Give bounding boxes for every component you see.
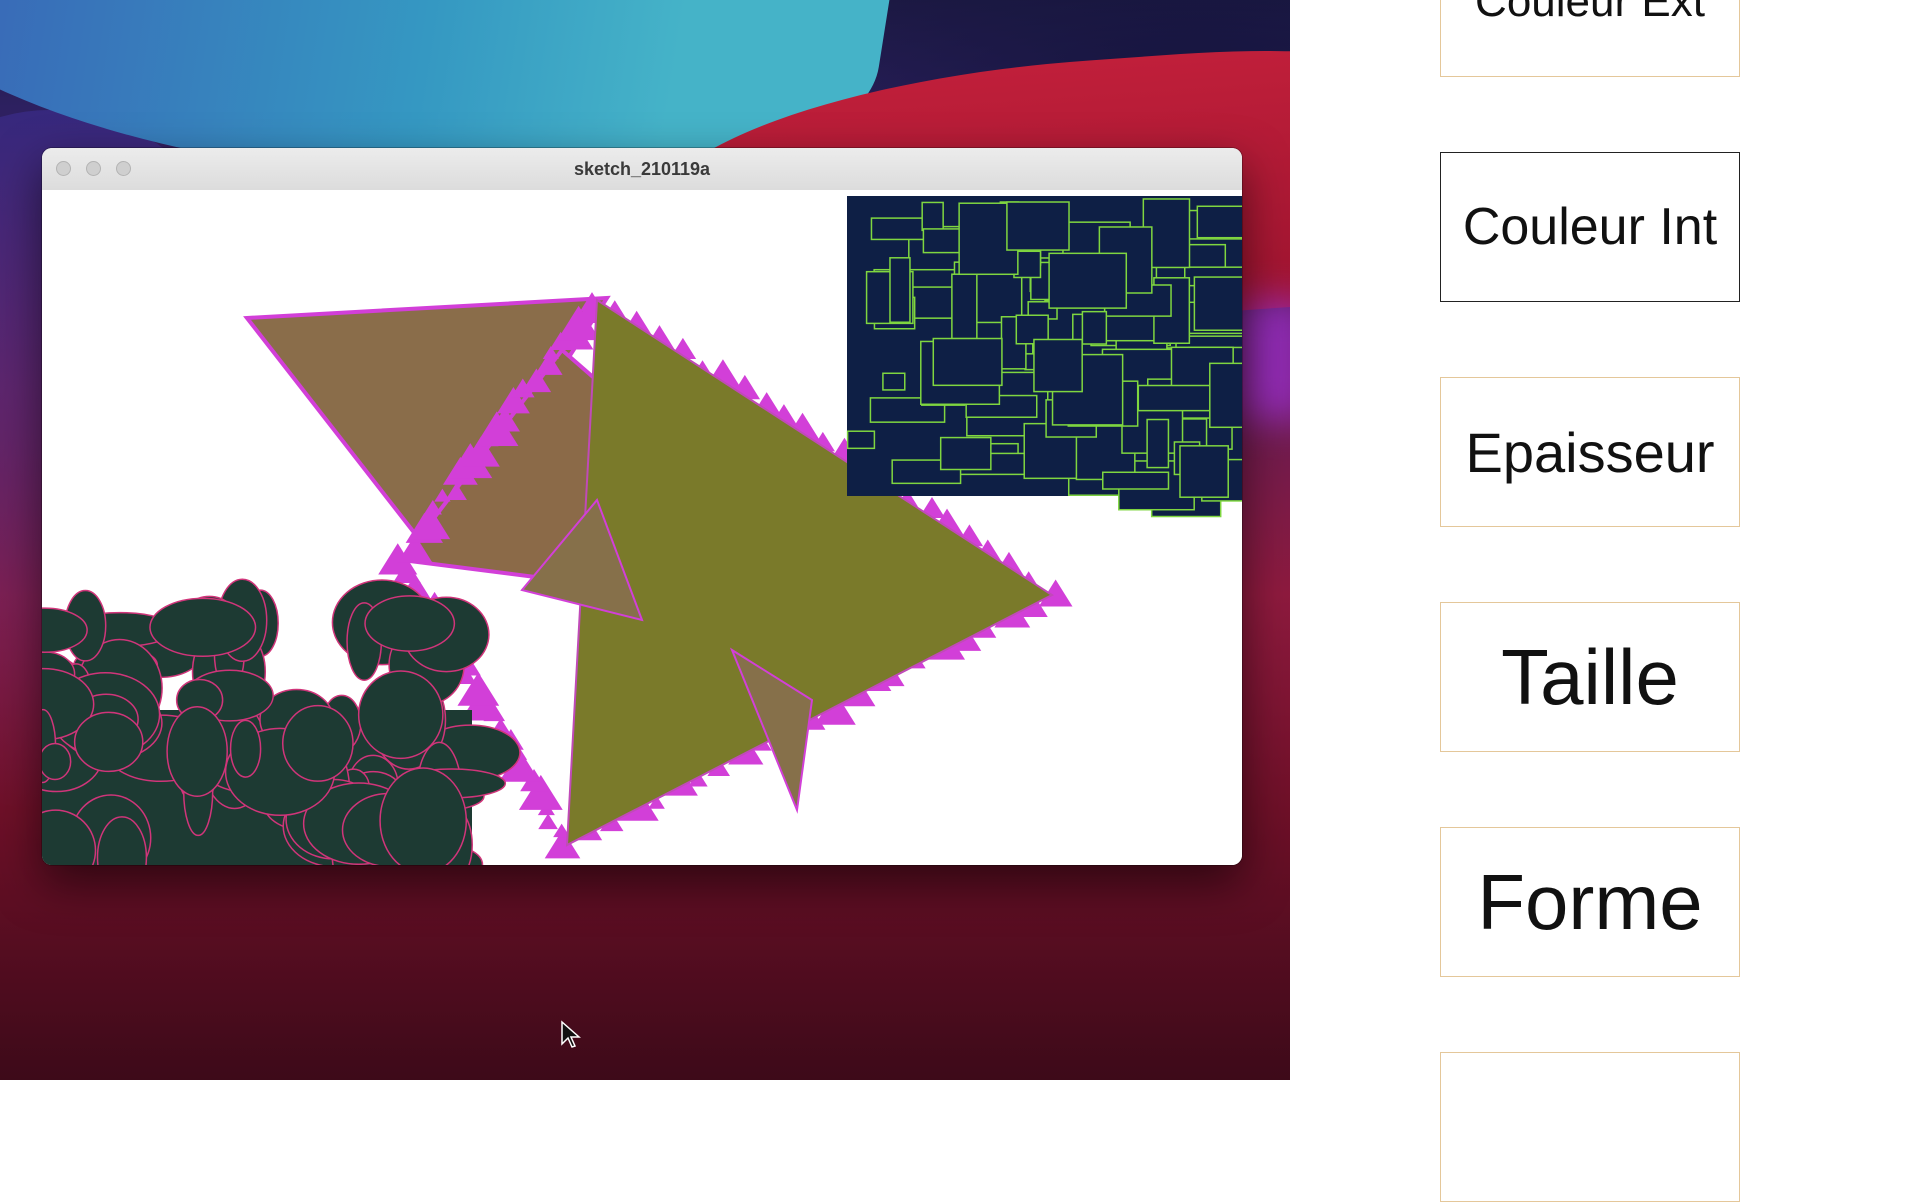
wallpaper-glow: [1240, 300, 1290, 420]
shape-rectangle: [1146, 418, 1170, 469]
shape-rectangle: [1006, 201, 1070, 251]
shape-ellipse: [166, 706, 228, 798]
window-title: sketch_210119a: [573, 159, 711, 179]
shape-ellipse: [379, 767, 468, 865]
taille-button[interactable]: Taille: [1440, 602, 1740, 752]
rectangles-cluster: [846, 196, 1242, 518]
shape-ellipse: [149, 597, 257, 658]
shape-rectangle: [951, 273, 978, 340]
shape-ellipse: [73, 711, 144, 773]
shape-ellipse: [357, 670, 444, 760]
next-option-button[interactable]: [1440, 1052, 1740, 1202]
shape-rectangle: [1048, 252, 1128, 309]
shape-rectangle: [1081, 310, 1108, 345]
shape-rectangle: [932, 337, 1003, 387]
shape-rectangle: [870, 217, 925, 241]
shape-rectangle: [1102, 471, 1170, 490]
shape-rectangle: [882, 372, 906, 391]
couleur-int-button[interactable]: Couleur Int: [1440, 152, 1740, 302]
shape-ellipse: [281, 704, 354, 782]
shape-rectangle: [1209, 362, 1242, 429]
shape-rectangle: [1196, 205, 1242, 239]
mouse-cursor-icon: [561, 1020, 581, 1048]
sketch-drawing: [42, 190, 1242, 865]
desktop-background: sketch_210119a: [0, 0, 1290, 1080]
shape-rectangle: [1033, 338, 1083, 393]
shape-rectangle: [921, 201, 944, 232]
shape-ellipse: [364, 595, 456, 652]
epaisseur-button[interactable]: Epaisseur: [1440, 377, 1740, 527]
shape-rectangle: [889, 257, 911, 323]
window-titlebar[interactable]: sketch_210119a: [42, 148, 1242, 191]
sketch-window[interactable]: sketch_210119a: [42, 148, 1242, 865]
shape-ellipse: [229, 719, 262, 778]
shape-ellipse: [42, 742, 72, 781]
couleur-ext-button[interactable]: Couleur Ext: [1440, 0, 1740, 77]
shape-rectangle: [939, 436, 992, 471]
shape-rectangle: [1137, 384, 1212, 412]
shape-rectangle: [846, 430, 876, 450]
sketch-canvas[interactable]: [42, 190, 1242, 865]
shape-rectangle: [1193, 276, 1242, 331]
options-panel: Couleur Ext Couleur Int Epaisseur Taille…: [1290, 0, 1920, 1202]
shape-rectangle: [1179, 445, 1229, 498]
forme-button[interactable]: Forme: [1440, 827, 1740, 977]
